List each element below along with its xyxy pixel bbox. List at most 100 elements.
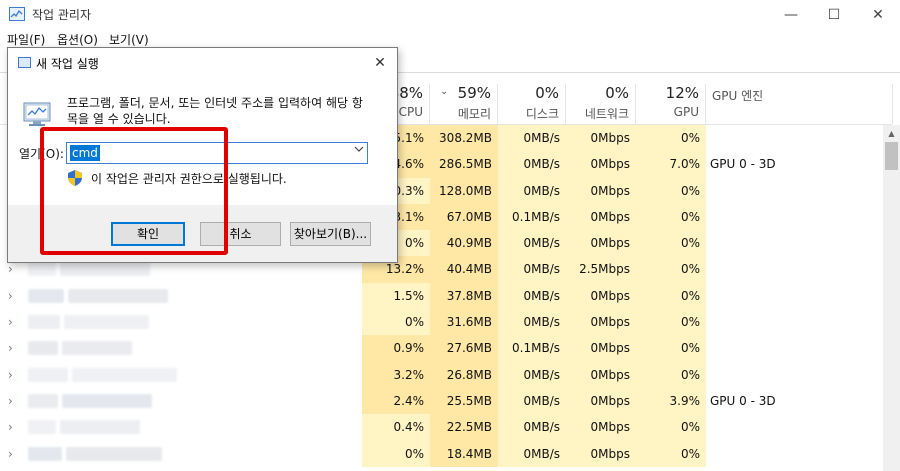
expand-chevron-icon[interactable]: › xyxy=(8,362,13,388)
gpu-engine-value: GPU 0 - 3D xyxy=(710,157,776,172)
obscured-process-icon xyxy=(28,288,64,303)
obscured-process-icon xyxy=(28,341,58,356)
dialog-title-bar: 새 작업 실행 ✕ xyxy=(8,48,397,78)
process-row[interactable]: › 0.4% 22.5MB 0MB/s 0Mbps 0% xyxy=(0,414,892,441)
column-memory[interactable]: 59% 메모리 xyxy=(430,84,498,124)
close-button[interactable]: ✕ xyxy=(855,0,900,30)
scroll-up-icon[interactable]: ▲ xyxy=(883,125,900,142)
expand-chevron-icon[interactable]: › xyxy=(8,335,13,361)
obscured-process-icon xyxy=(28,262,56,277)
minimize-button[interactable]: — xyxy=(768,0,814,30)
task-manager-icon xyxy=(9,7,25,21)
gpu-value: 0% xyxy=(636,440,706,467)
disk-value: 0MB/s xyxy=(498,361,566,388)
gpu-engine-value xyxy=(706,309,892,335)
gpu-value: 0% xyxy=(636,125,706,152)
chevron-down-icon[interactable] xyxy=(354,145,364,156)
memory-value: 26.8MB xyxy=(430,361,498,388)
cpu-value: 0% xyxy=(362,309,430,336)
memory-value: 25.5MB xyxy=(430,387,498,415)
memory-value: 308.2MB xyxy=(430,125,498,152)
process-row[interactable]: › 3.2% 26.8MB 0MB/s 0Mbps 0% xyxy=(0,361,892,388)
cpu-value: 0% xyxy=(362,440,430,467)
process-row[interactable]: › 1.5% 37.8MB 0MB/s 0Mbps 0% xyxy=(0,282,892,310)
disk-value: 0MB/s xyxy=(498,177,566,204)
process-row[interactable]: › 0% 18.4MB 0MB/s 0Mbps 0% xyxy=(0,440,892,467)
network-value: 0Mbps xyxy=(566,177,636,204)
disk-value: 0.1MB/s xyxy=(498,335,566,362)
disk-header-label: 디스크 xyxy=(525,107,559,121)
gpu-engine-value xyxy=(706,125,892,151)
menu-view[interactable]: 보기(V) xyxy=(109,31,149,48)
gpu-engine-header-label: GPU 엔진 xyxy=(712,89,764,103)
expand-chevron-icon[interactable]: › xyxy=(8,414,13,440)
obscured-process-name xyxy=(60,262,150,277)
column-network[interactable]: 0% 네트워크 xyxy=(566,84,636,124)
gpu-engine-value xyxy=(706,362,892,388)
gpu-value: 0% xyxy=(636,414,706,441)
expand-chevron-icon[interactable]: › xyxy=(8,309,13,335)
memory-value: 40.9MB xyxy=(430,230,498,257)
gpu-engine-value xyxy=(706,256,892,282)
process-row[interactable]: › 0.9% 27.6MB 0.1MB/s 0Mbps 0% xyxy=(0,335,892,362)
vertical-scrollbar[interactable]: ▲ xyxy=(883,125,900,471)
expand-chevron-icon[interactable]: › xyxy=(8,283,13,309)
disk-total: 0% xyxy=(535,84,559,102)
run-window-icon xyxy=(18,57,31,68)
disk-value: 0MB/s xyxy=(498,256,566,283)
disk-value: 0MB/s xyxy=(498,151,566,178)
process-row[interactable]: › 0% 31.6MB 0MB/s 0Mbps 0% xyxy=(0,309,892,336)
expand-chevron-icon[interactable]: › xyxy=(8,388,13,414)
gpu-value: 7.0% xyxy=(636,151,706,178)
cpu-value: 1.5% xyxy=(362,282,430,310)
maximize-button[interactable]: ☐ xyxy=(811,0,857,30)
gpu-header-label: GPU xyxy=(673,105,699,119)
browse-button[interactable]: 찾아보기(B)... xyxy=(290,222,371,246)
title-bar: 작업 관리자 — ☐ ✕ xyxy=(0,0,900,30)
network-value: 0Mbps xyxy=(566,282,636,310)
process-row[interactable]: › 2.4% 25.5MB 0MB/s 0Mbps 3.9% GPU 0 - 3D xyxy=(0,387,892,415)
memory-value: 128.0MB xyxy=(430,177,498,204)
gpu-value: 0% xyxy=(636,361,706,388)
network-value: 0Mbps xyxy=(566,151,636,178)
dialog-close-button[interactable]: ✕ xyxy=(364,48,396,78)
obscured-process-name xyxy=(72,367,177,382)
expand-chevron-icon[interactable]: › xyxy=(8,441,13,467)
network-value: 2.5Mbps xyxy=(566,256,636,283)
column-gpu-engine[interactable]: GPU 엔진 xyxy=(706,84,892,124)
disk-value: 0MB/s xyxy=(498,440,566,467)
memory-header-label: 메모리 xyxy=(457,107,491,121)
menu-options[interactable]: 옵션(O) xyxy=(57,31,98,48)
disk-value: 0MB/s xyxy=(498,282,566,310)
network-value: 0Mbps xyxy=(566,440,636,467)
scroll-thumb[interactable] xyxy=(885,142,898,170)
disk-value: 0MB/s xyxy=(498,230,566,257)
obscured-process-name xyxy=(60,420,140,435)
gpu-engine-value xyxy=(706,178,892,204)
cpu-value: 3.2% xyxy=(362,361,430,388)
gpu-value: 0% xyxy=(636,309,706,336)
disk-value: 0.1MB/s xyxy=(498,203,566,231)
cpu-value: 0.4% xyxy=(362,414,430,441)
column-gpu[interactable]: 12% GPU xyxy=(636,84,706,124)
obscured-process-icon xyxy=(28,315,60,330)
column-disk[interactable]: 0% 디스크 xyxy=(498,84,566,124)
gpu-engine-value xyxy=(706,441,892,467)
network-value: 0Mbps xyxy=(566,414,636,441)
disk-value: 0MB/s xyxy=(498,387,566,415)
memory-value: 31.6MB xyxy=(430,309,498,336)
gpu-engine-value xyxy=(706,335,892,361)
obscured-process-icon xyxy=(28,393,58,408)
menu-bar: 파일(F) 옵션(O) 보기(V) xyxy=(0,30,900,48)
network-header-label: 네트워크 xyxy=(584,107,629,121)
obscured-process-icon xyxy=(28,446,62,461)
network-value: 0Mbps xyxy=(566,335,636,362)
cpu-value: 2.4% xyxy=(362,387,430,415)
network-value: 0Mbps xyxy=(566,309,636,336)
disk-value: 0MB/s xyxy=(498,414,566,441)
menu-file[interactable]: 파일(F) xyxy=(7,31,45,48)
memory-value: 40.4MB xyxy=(430,256,498,283)
memory-total: 59% xyxy=(457,84,491,102)
highlight-annotation xyxy=(40,127,228,255)
gpu-engine-value xyxy=(706,414,892,440)
